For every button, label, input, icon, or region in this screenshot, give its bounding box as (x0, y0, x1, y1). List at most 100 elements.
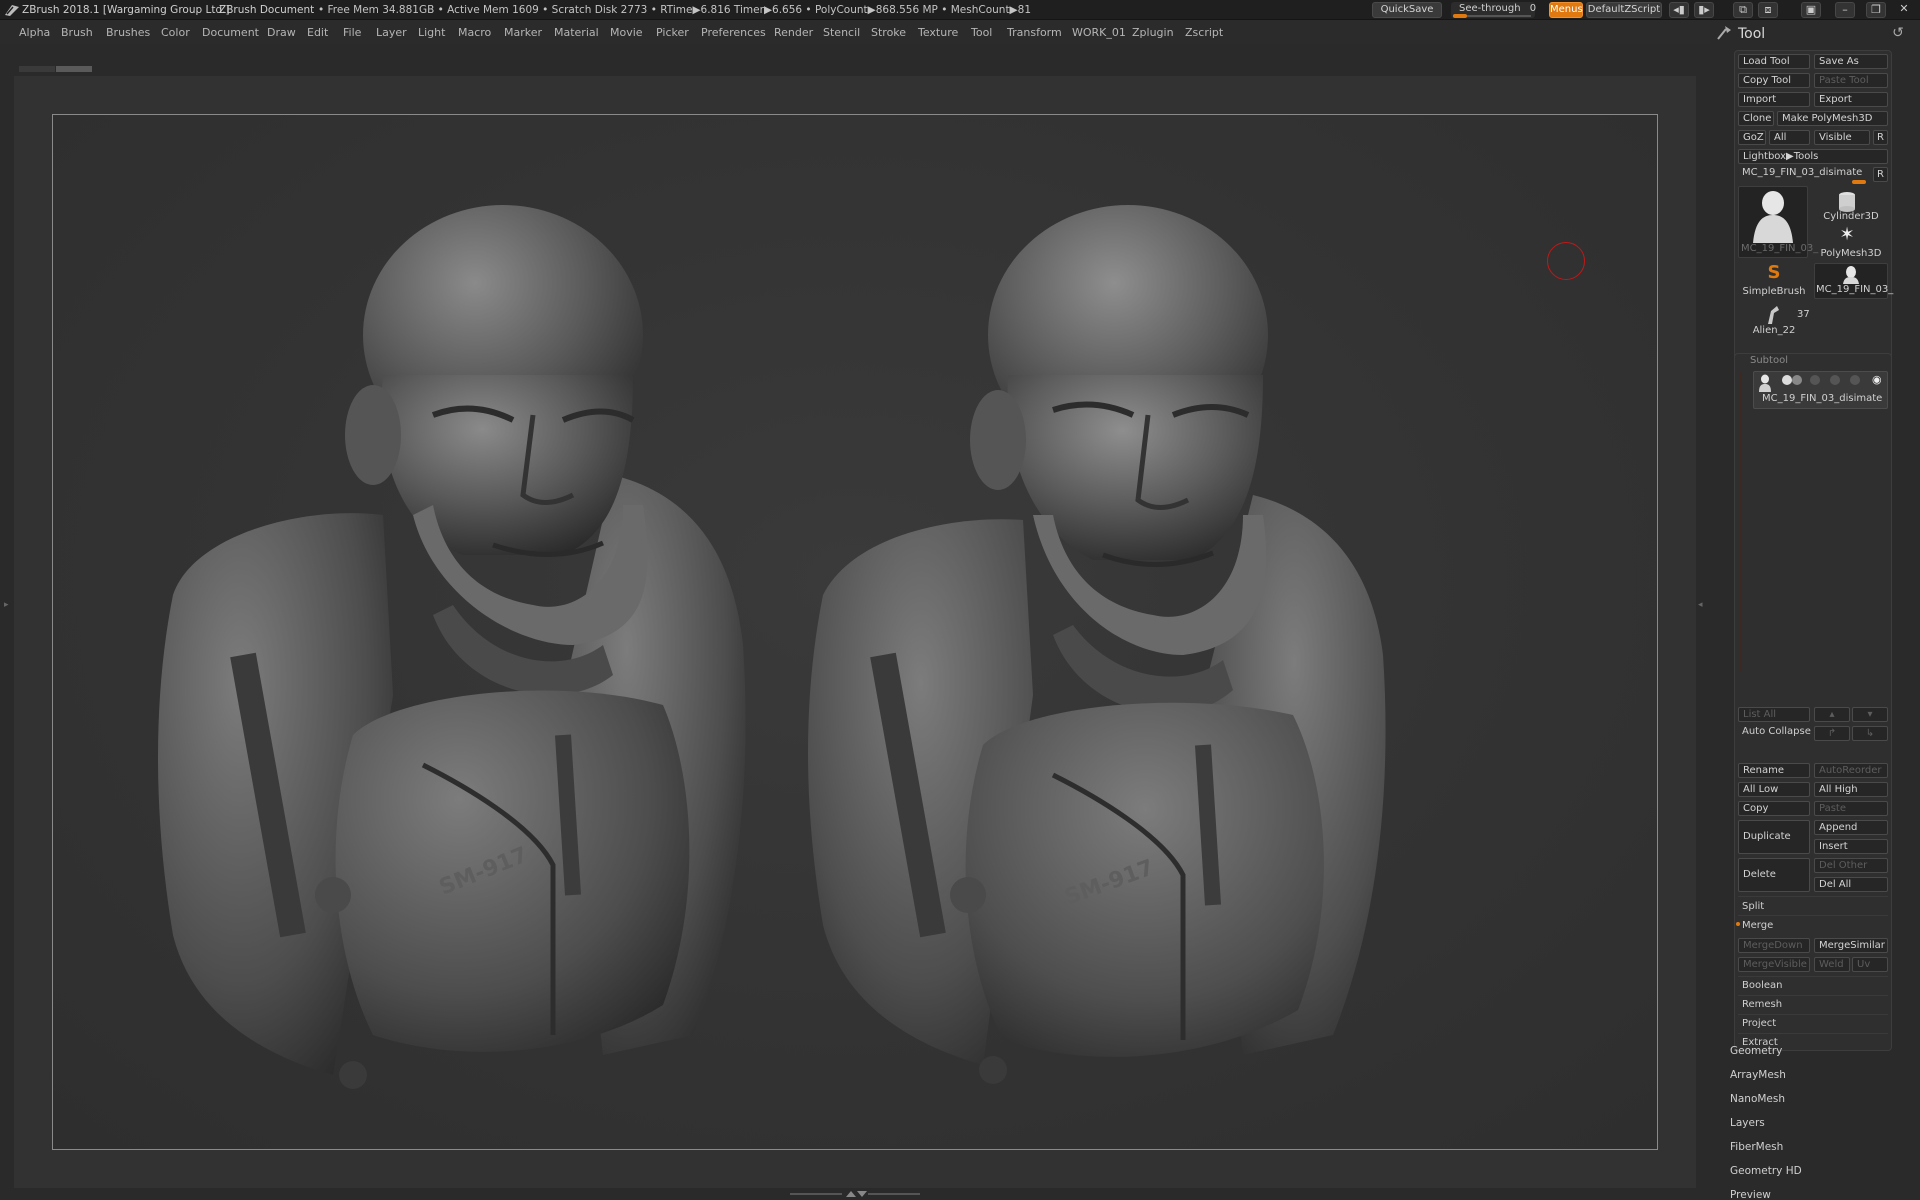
lock-icon[interactable]: ▣ (1801, 2, 1821, 18)
mergesimilar-button[interactable]: MergeSimilar (1814, 938, 1888, 953)
copy-button[interactable]: Copy (1738, 801, 1810, 816)
menu-color[interactable]: Color (161, 26, 190, 39)
remesh-button[interactable]: Remesh (1742, 999, 1782, 1010)
all-high-button[interactable]: All High (1814, 782, 1888, 797)
subtool-arrow-down-icon[interactable]: ↳ (1852, 726, 1888, 741)
weld-button[interactable]: Weld (1814, 957, 1850, 972)
make-polymesh-button[interactable]: Make PolyMesh3D (1777, 111, 1888, 126)
subtool-solo-icon[interactable] (1810, 375, 1820, 385)
subpanel-layers[interactable]: Layers (1730, 1117, 1765, 1129)
subtool-brush-icon[interactable] (1850, 375, 1860, 385)
minimize-icon[interactable]: – (1835, 2, 1855, 18)
subtool-header[interactable]: Subtool (1750, 355, 1788, 366)
insert-button[interactable]: Insert (1814, 839, 1888, 854)
left-tray-handle[interactable]: ▸ (3, 540, 11, 670)
menu-zscript[interactable]: Zscript (1185, 26, 1223, 39)
move-up-icon[interactable]: ▴ (1814, 707, 1850, 722)
see-through-knob[interactable] (1453, 14, 1467, 18)
export-button[interactable]: Export (1814, 92, 1888, 107)
close-icon[interactable]: ✕ (1894, 2, 1914, 18)
menu-light[interactable]: Light (418, 26, 445, 39)
project-button[interactable]: Project (1742, 1018, 1776, 1029)
goz-r-button[interactable]: R (1873, 130, 1888, 145)
del-other-button[interactable]: Del Other (1814, 858, 1888, 873)
subpanel-arraymesh[interactable]: ArrayMesh (1730, 1069, 1786, 1081)
menu-picker[interactable]: Picker (656, 26, 689, 39)
tool-thumb-small[interactable]: MC_19_FIN_03_ (1814, 263, 1893, 299)
subpanel-geometry[interactable]: Geometry (1730, 1045, 1782, 1057)
import-button[interactable]: Import (1738, 92, 1810, 107)
subtool-scrollbar[interactable] (1740, 372, 1742, 672)
menu-brushes[interactable]: Brushes (106, 26, 150, 39)
menu-alpha[interactable]: Alpha (19, 26, 50, 39)
subpanel-fibermesh[interactable]: FiberMesh (1730, 1141, 1783, 1153)
move-down-icon[interactable]: ▾ (1852, 707, 1888, 722)
menu-layer[interactable]: Layer (376, 26, 407, 39)
copy-tool-button[interactable]: Copy Tool (1738, 73, 1810, 88)
see-through-slider[interactable]: See-through 0 (1451, 2, 1536, 18)
delete-button[interactable]: Delete (1738, 858, 1810, 892)
tool-simplebrush-label[interactable]: SimpleBrush (1738, 286, 1810, 297)
subtool-eye-icon[interactable]: ◉ (1872, 373, 1882, 386)
bust-model-right[interactable]: SM-917 (783, 175, 1423, 1155)
menu-file[interactable]: File (343, 26, 361, 39)
menu-preferences[interactable]: Preferences (701, 26, 766, 39)
goz-all-button[interactable]: All (1769, 130, 1810, 145)
paste-button[interactable]: Paste (1814, 801, 1888, 816)
list-all-button[interactable]: List All (1738, 707, 1810, 722)
bust-model-left[interactable]: SM-917 (133, 175, 773, 1155)
subpanel-preview[interactable]: Preview (1730, 1189, 1771, 1200)
ui-layout-2-icon[interactable]: ⧈ (1758, 2, 1778, 18)
clone-button[interactable]: Clone (1738, 111, 1774, 126)
menu-draw[interactable]: Draw (267, 26, 296, 39)
maximize-icon[interactable]: ❐ (1866, 2, 1886, 18)
menu-stencil[interactable]: Stencil (823, 26, 860, 39)
subtool-item[interactable]: ◉ MC_19_FIN_03_disimate (1753, 371, 1888, 409)
default-zscript-button[interactable]: DefaultZScript (1586, 2, 1662, 18)
refresh-icon[interactable]: ↺ (1890, 25, 1906, 41)
menu-edit[interactable]: Edit (307, 26, 328, 39)
autoreorder-button[interactable]: AutoReorder (1814, 763, 1888, 778)
mergedown-button[interactable]: MergeDown (1738, 938, 1810, 953)
menu-marker[interactable]: Marker (504, 26, 542, 39)
tool-polymesh-label[interactable]: PolyMesh3D (1814, 248, 1888, 259)
menu-material[interactable]: Material (554, 26, 599, 39)
goz-visible-button[interactable]: Visible (1814, 130, 1870, 145)
append-button[interactable]: Append (1814, 820, 1888, 835)
auto-collapse-button[interactable]: Auto Collapse (1742, 726, 1811, 737)
menu-document[interactable]: Document (202, 26, 259, 39)
menu-stroke[interactable]: Stroke (871, 26, 906, 39)
del-all-button[interactable]: Del All (1814, 877, 1888, 892)
mergevisible-button[interactable]: MergeVisible (1738, 957, 1810, 972)
tool-thumb-main[interactable]: MC_19_FIN_03_ (1738, 186, 1818, 258)
document-viewport[interactable]: SM-917 SM-917 (14, 76, 1696, 1188)
lightbox-tools-button[interactable]: Lightbox▶Tools (1738, 149, 1888, 164)
subtool-arrow-up-icon[interactable]: ↱ (1814, 726, 1850, 741)
document-tab[interactable] (19, 66, 55, 72)
menu-movie[interactable]: Movie (610, 26, 643, 39)
current-tool-r-button[interactable]: R (1873, 167, 1888, 182)
subtool-polypaint-icon[interactable] (1782, 375, 1792, 385)
load-tool-button[interactable]: Load Tool (1738, 54, 1810, 69)
uv-button[interactable]: Uv (1852, 957, 1888, 972)
tool-cylinder-label[interactable]: Cylinder3D (1814, 211, 1888, 222)
tool-slider-knob[interactable] (1852, 180, 1866, 184)
canvas-frame[interactable]: SM-917 SM-917 (52, 114, 1658, 1150)
right-tray-handle[interactable]: ◂ (1697, 540, 1705, 670)
duplicate-button[interactable]: Duplicate (1738, 820, 1810, 854)
tool-alien-label[interactable]: Alien_22 (1738, 325, 1810, 336)
menus-button[interactable]: Menus (1549, 2, 1583, 18)
bottom-tray-handle[interactable] (790, 1190, 920, 1198)
boolean-button[interactable]: Boolean (1742, 980, 1783, 991)
menu-render[interactable]: Render (774, 26, 813, 39)
subtool-color-icon[interactable] (1792, 375, 1802, 385)
menu-brush[interactable]: Brush (61, 26, 93, 39)
merge-button[interactable]: Merge (1742, 920, 1773, 931)
goz-button[interactable]: GoZ (1738, 130, 1766, 145)
menu-work01[interactable]: WORK_01 (1072, 26, 1126, 39)
menu-texture[interactable]: Texture (918, 26, 958, 39)
subpanel-nanomesh[interactable]: NanoMesh (1730, 1093, 1785, 1105)
subpanel-geometry-hd[interactable]: Geometry HD (1730, 1165, 1802, 1177)
split-button[interactable]: Split (1742, 901, 1764, 912)
menu-zplugin[interactable]: Zplugin (1132, 26, 1174, 39)
